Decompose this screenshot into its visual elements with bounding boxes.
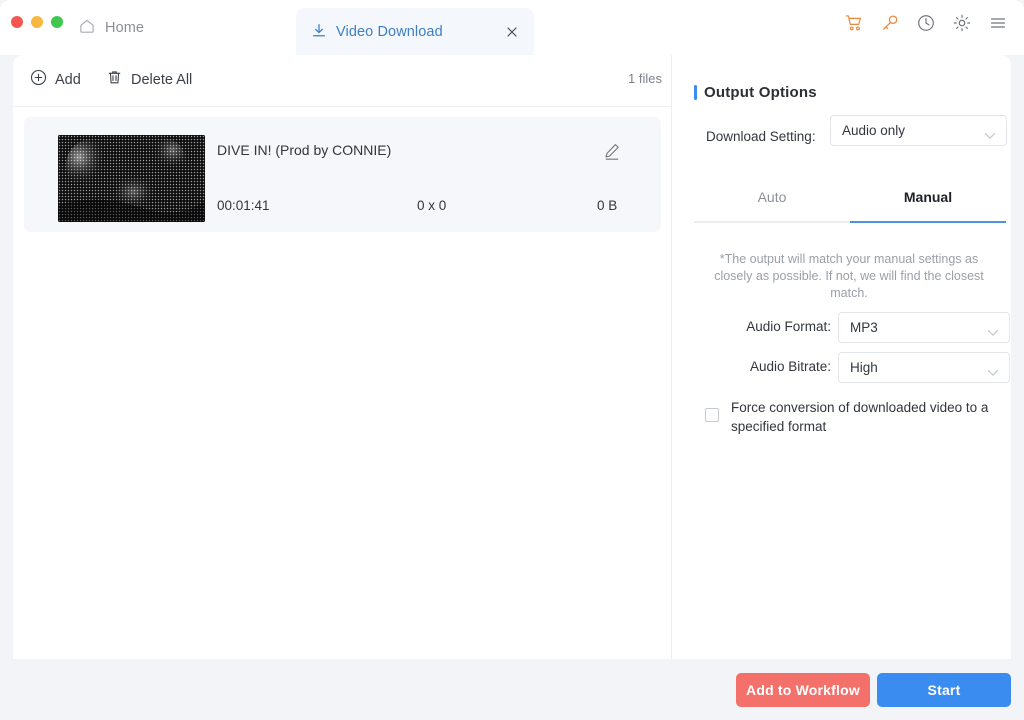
plus-circle-icon bbox=[30, 69, 47, 91]
download-icon bbox=[310, 22, 328, 45]
audio-format-value: MP3 bbox=[839, 320, 878, 335]
add-to-workflow-button[interactable]: Add to Workflow bbox=[736, 673, 870, 707]
cart-icon[interactable] bbox=[844, 13, 864, 33]
key-icon[interactable] bbox=[880, 13, 900, 33]
main-content-card: Add Delete All 1 files bbox=[13, 55, 1011, 659]
audio-format-select[interactable]: MP3 bbox=[838, 312, 1010, 343]
download-setting-select[interactable]: Audio only bbox=[830, 115, 1007, 146]
audio-bitrate-select[interactable]: High bbox=[838, 352, 1010, 383]
pencil-edit-icon[interactable] bbox=[602, 141, 622, 161]
force-conversion-checkbox[interactable] bbox=[705, 408, 719, 422]
tab-auto[interactable]: Auto bbox=[694, 181, 850, 223]
audio-format-label: Audio Format: bbox=[691, 319, 831, 334]
titlebar-icon-group bbox=[844, 13, 1008, 33]
title-bar: Home Video Download bbox=[0, 0, 1024, 55]
file-list-pane: Add Delete All 1 files bbox=[13, 55, 672, 659]
force-conversion-row[interactable]: Force conversion of downloaded video to … bbox=[705, 398, 1007, 436]
chevron-down-icon bbox=[987, 364, 999, 382]
table-row[interactable]: DIVE IN! (Prod by CONNIE) 00:01:41 0 x 0… bbox=[24, 117, 661, 232]
file-toolbar: Add Delete All 1 files bbox=[13, 55, 672, 107]
home-icon bbox=[78, 17, 96, 40]
maximize-window-button[interactable] bbox=[51, 16, 63, 28]
delete-all-button[interactable]: Delete All bbox=[106, 69, 192, 91]
tab-video-download[interactable]: Video Download bbox=[296, 8, 534, 55]
chevron-down-icon bbox=[984, 127, 996, 145]
window-traffic-lights bbox=[11, 16, 63, 28]
footer-bar: Add to Workflow Start bbox=[0, 659, 1024, 720]
download-setting-value: Audio only bbox=[831, 123, 905, 138]
minimize-window-button[interactable] bbox=[31, 16, 43, 28]
tab-manual[interactable]: Manual bbox=[850, 181, 1006, 223]
manual-settings-note: *The output will match your manual setti… bbox=[699, 251, 999, 302]
menu-hamburger-icon[interactable] bbox=[988, 13, 1008, 33]
home-label: Home bbox=[105, 20, 144, 36]
panel-accent-bar bbox=[694, 85, 697, 100]
tab-label: Video Download bbox=[336, 8, 443, 55]
file-size: 0 B bbox=[597, 198, 617, 213]
mode-tabs: Auto Manual bbox=[694, 181, 1006, 223]
history-clock-icon[interactable] bbox=[916, 13, 936, 33]
panel-title: Output Options bbox=[704, 84, 817, 101]
close-tab-icon[interactable] bbox=[504, 24, 520, 40]
close-window-button[interactable] bbox=[11, 16, 23, 28]
audio-bitrate-value: High bbox=[839, 360, 878, 375]
start-button[interactable]: Start bbox=[877, 673, 1011, 707]
settings-gear-icon[interactable] bbox=[952, 13, 972, 33]
file-resolution: 0 x 0 bbox=[417, 198, 446, 213]
chevron-down-icon bbox=[987, 324, 999, 342]
app-window: Home Video Download bbox=[0, 0, 1024, 720]
home-tab[interactable]: Home bbox=[78, 14, 144, 42]
trash-icon bbox=[106, 69, 123, 91]
delete-all-label: Delete All bbox=[131, 72, 192, 88]
file-duration: 00:01:41 bbox=[217, 198, 270, 213]
video-thumbnail bbox=[58, 135, 205, 222]
force-conversion-label: Force conversion of downloaded video to … bbox=[731, 398, 1007, 436]
output-options-pane: Output Options Download Setting: Audio o… bbox=[673, 55, 1011, 659]
add-button[interactable]: Add bbox=[30, 69, 81, 91]
add-label: Add bbox=[55, 72, 81, 88]
file-title: DIVE IN! (Prod by CONNIE) bbox=[217, 142, 391, 158]
download-setting-label: Download Setting: bbox=[706, 129, 816, 144]
audio-bitrate-label: Audio Bitrate: bbox=[691, 359, 831, 374]
files-count-label: 1 files bbox=[628, 71, 662, 86]
